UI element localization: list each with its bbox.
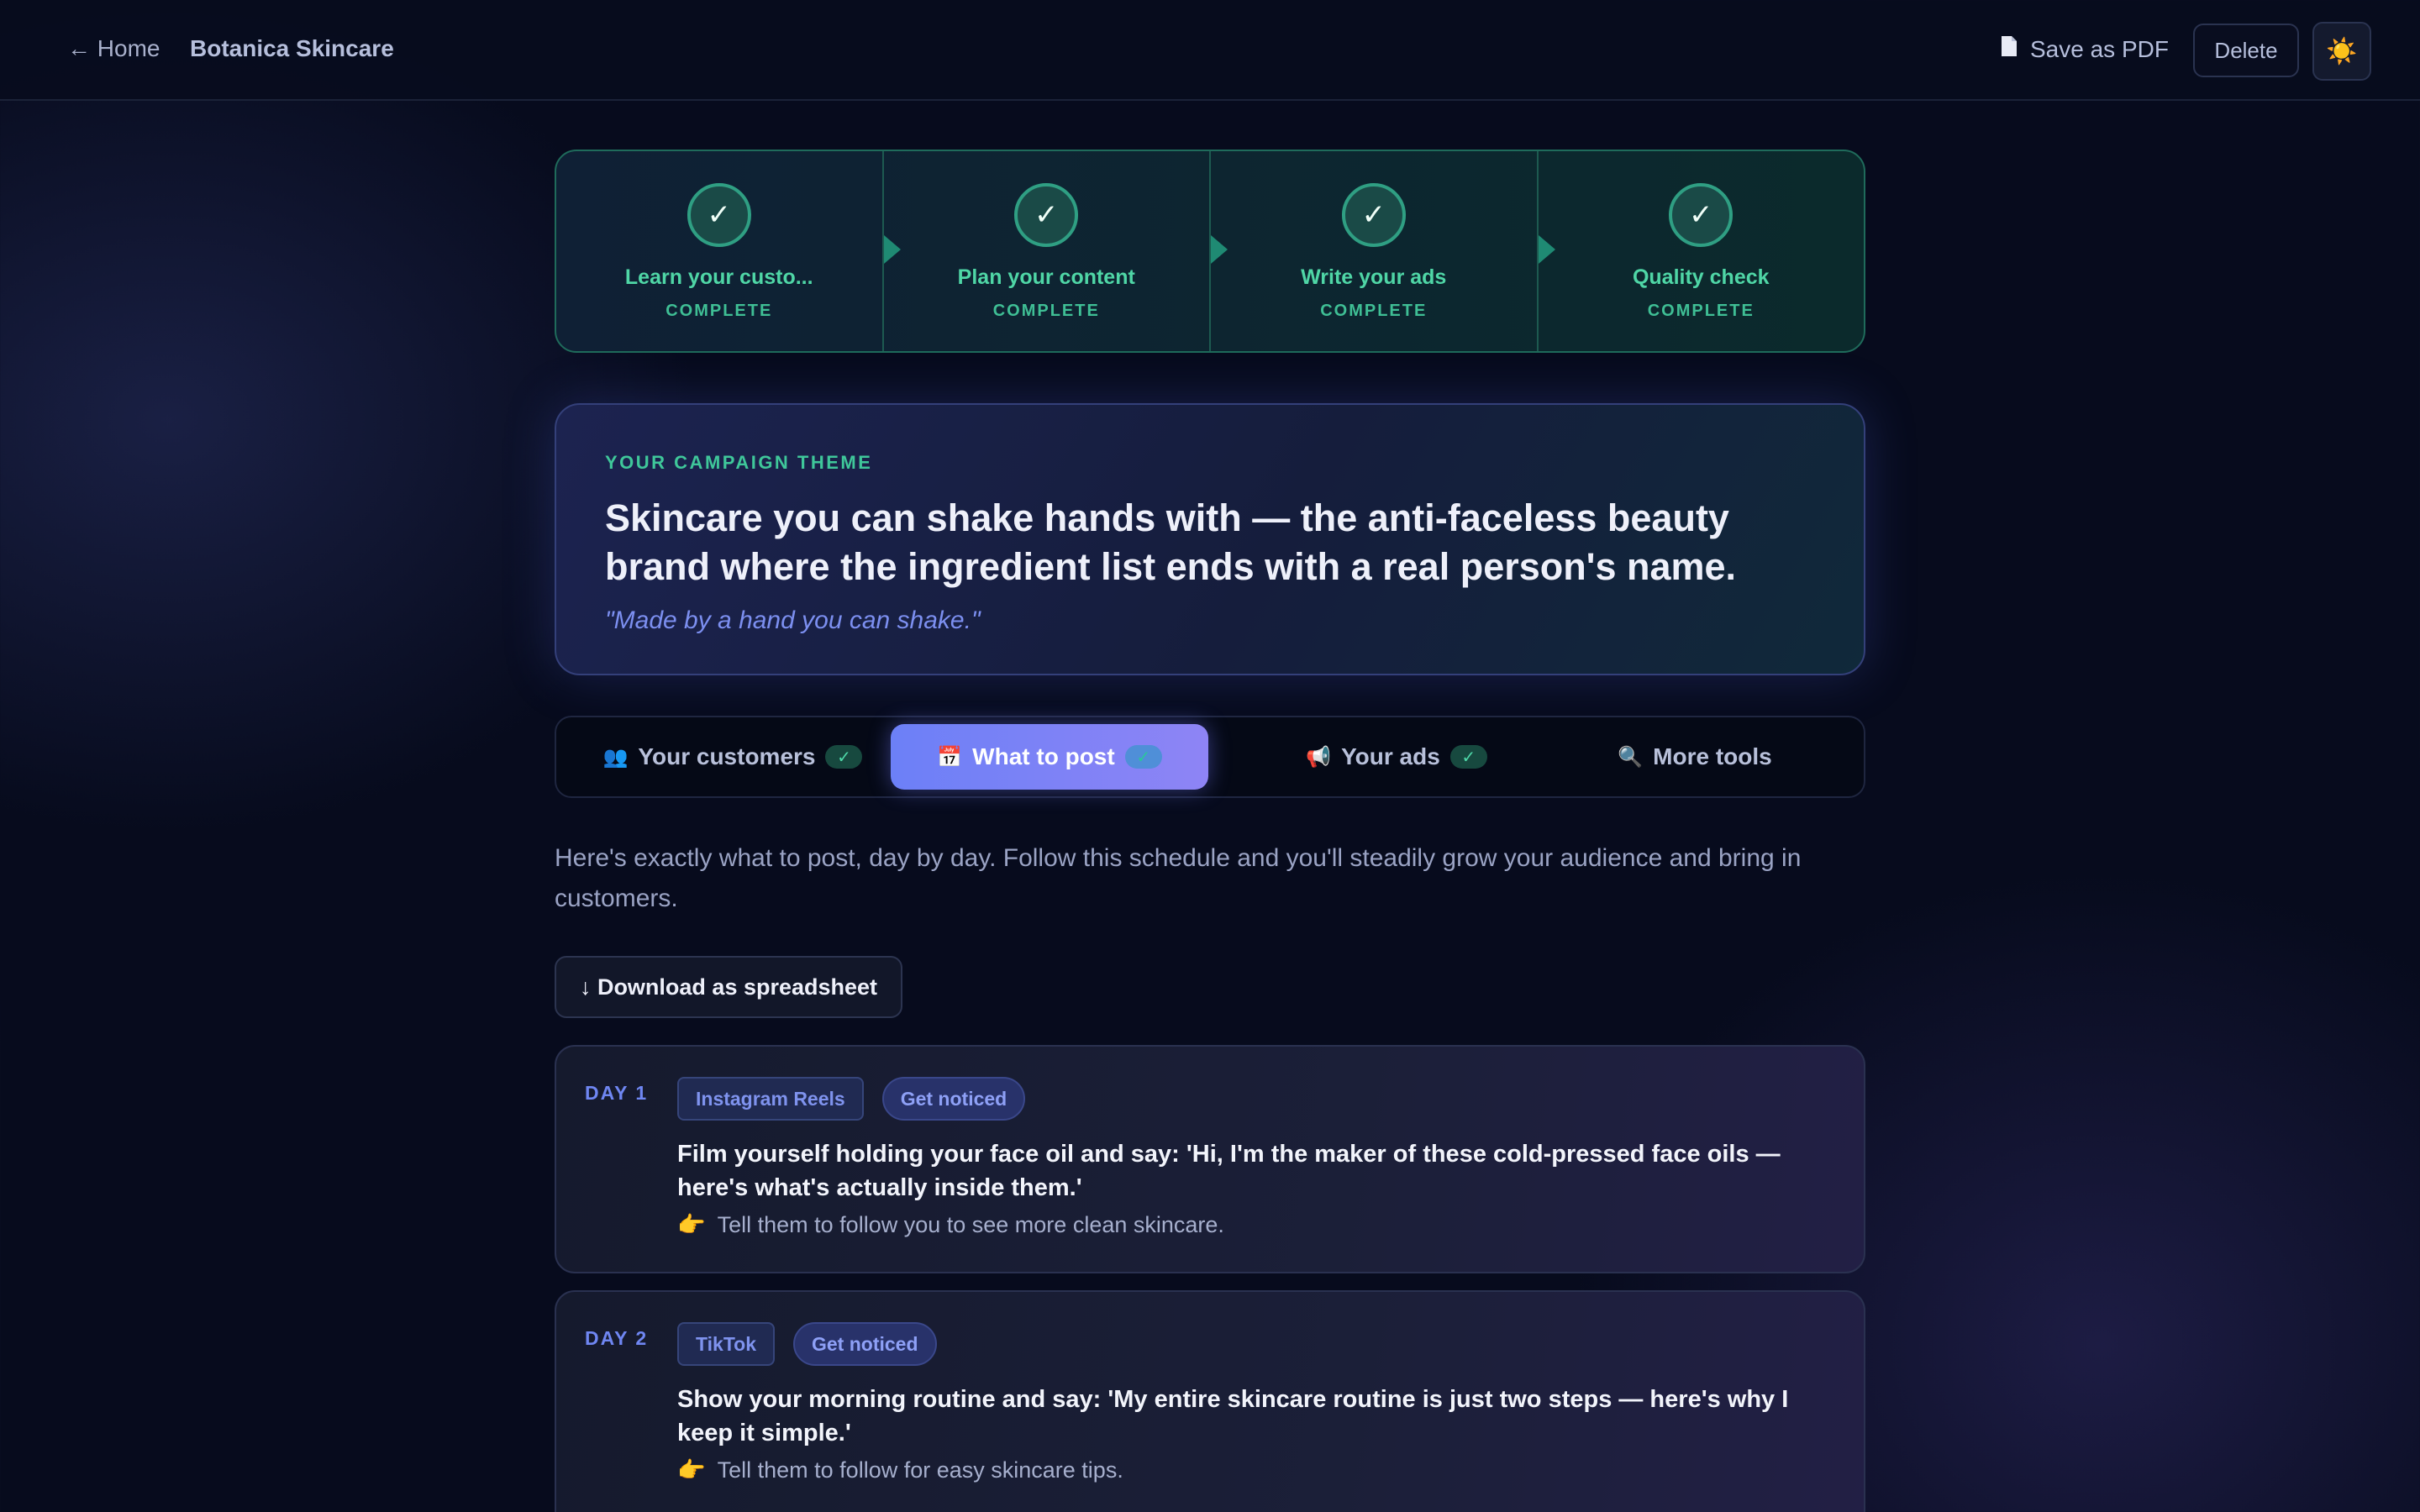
call-to-action: 👉 Tell them to follow for easy skincare …	[677, 1457, 1123, 1483]
people-icon: 👥	[602, 745, 629, 769]
campaign-theme-text: Skincare you can shake hands with — the …	[605, 496, 1737, 588]
tab-your-ads[interactable]: 📢 Your ads ✓	[1237, 724, 1556, 790]
day-card: DAY 1 Instagram Reels Get noticed Film y…	[555, 1045, 1865, 1273]
tab-more-tools[interactable]: 🔍 More tools	[1556, 724, 1833, 790]
theme-toggle-button[interactable]: ☀️	[2312, 22, 2371, 81]
step-plan-content: ✓ Plan your content COMPLETE	[884, 151, 1228, 351]
check-icon: ✓	[687, 183, 751, 247]
day-tags: TikTok Get noticed	[677, 1322, 937, 1366]
check-icon: ✓	[825, 745, 863, 769]
pointing-hand-icon: 👉	[677, 1457, 706, 1483]
day-label: DAY 1	[585, 1082, 649, 1104]
home-link[interactable]: ← Home	[67, 35, 160, 62]
step-arrow-icon	[1538, 235, 1555, 264]
step-status: COMPLETE	[992, 302, 1100, 320]
campaign-theme-label: YOUR CAMPAIGN THEME	[605, 452, 873, 473]
tab-your-customers[interactable]: 👥 Your customers ✓	[590, 724, 876, 790]
check-icon: ✓	[1124, 745, 1162, 769]
top-bar: ← Home Botanica Skincare Save as PDF Del…	[0, 0, 2420, 101]
campaign-tagline: "Made by a hand you can shake."	[605, 606, 981, 634]
tab-label: Your ads	[1341, 743, 1440, 769]
schedule-intro-text: Here's exactly what to post, day by day.…	[555, 844, 1802, 912]
goal-badge: Get noticed	[793, 1322, 937, 1366]
pointing-hand-icon: 👉	[677, 1212, 706, 1237]
calendar-icon: 📅	[937, 745, 963, 769]
sun-icon: ☀️	[2326, 37, 2358, 66]
tab-label: Your customers	[638, 743, 816, 769]
check-icon: ✓	[1449, 745, 1487, 769]
step-title: Quality check	[1632, 265, 1770, 289]
tab-what-to-post[interactable]: 📅 What to post ✓	[891, 724, 1208, 790]
call-to-action-text: Tell them to follow you to see more clea…	[717, 1211, 1224, 1237]
day-card: DAY 2 TikTok Get noticed Show your morni…	[555, 1290, 1865, 1512]
step-title: Learn your custo...	[624, 265, 813, 289]
section-tabs: 👥 Your customers ✓ 📅 What to post ✓ 📢 Yo…	[555, 716, 1865, 798]
step-learn-customers: ✓ Learn your custo... COMPLETE	[556, 151, 901, 351]
download-spreadsheet-button[interactable]: ↓ Download as spreadsheet	[555, 956, 902, 1018]
step-arrow-icon	[1211, 235, 1228, 264]
step-quality-check: ✓ Quality check COMPLETE	[1539, 151, 1865, 351]
step-status: COMPLETE	[1647, 302, 1754, 320]
step-write-ads: ✓ Write your ads COMPLETE	[1211, 151, 1555, 351]
step-title: Plan your content	[957, 265, 1135, 289]
check-icon: ✓	[1014, 183, 1079, 247]
check-icon: ✓	[1669, 183, 1733, 247]
call-to-action: 👉 Tell them to follow you to see more cl…	[677, 1211, 1224, 1238]
platform-badge: TikTok	[677, 1322, 775, 1366]
check-icon: ✓	[1341, 183, 1406, 247]
day-tags: Instagram Reels Get noticed	[677, 1077, 1026, 1121]
goal-badge: Get noticed	[881, 1077, 1026, 1121]
megaphone-icon: 📢	[1306, 745, 1332, 769]
post-instruction: Show your morning routine and say: 'My e…	[677, 1386, 1789, 1446]
step-status: COMPLETE	[1320, 302, 1428, 320]
save-pdf-button[interactable]: Save as PDF	[2000, 35, 2169, 63]
magnifier-icon: 🔍	[1618, 745, 1644, 769]
save-pdf-label: Save as PDF	[2030, 35, 2169, 62]
tab-label: What to post	[972, 743, 1115, 769]
call-to-action-text: Tell them to follow for easy skincare ti…	[717, 1457, 1123, 1483]
document-icon	[2000, 35, 2018, 63]
tab-label: More tools	[1653, 743, 1772, 769]
platform-badge: Instagram Reels	[677, 1077, 864, 1121]
step-status: COMPLETE	[666, 302, 773, 320]
progress-steps: ✓ Learn your custo... COMPLETE ✓ Plan yo…	[555, 150, 1865, 353]
delete-button[interactable]: Delete	[2193, 24, 2299, 77]
step-arrow-icon	[883, 235, 901, 264]
day-label: DAY 2	[585, 1327, 649, 1349]
brand-name: Botanica Skincare	[190, 35, 394, 61]
step-title: Write your ads	[1301, 265, 1447, 289]
post-instruction: Film yourself holding your face oil and …	[677, 1141, 1781, 1201]
campaign-theme-card: YOUR CAMPAIGN THEME Skincare you can sha…	[555, 403, 1865, 675]
